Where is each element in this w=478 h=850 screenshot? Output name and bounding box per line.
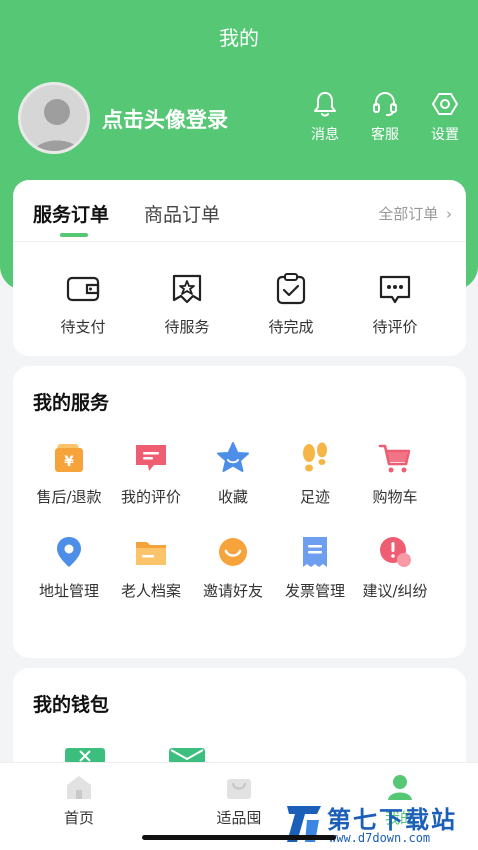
- messages-label: 消息: [311, 127, 339, 143]
- chevron-right-icon: ›: [446, 205, 452, 223]
- service-invoices[interactable]: 发票管理: [275, 534, 355, 601]
- service-refund-label: 售后/退款: [36, 488, 102, 506]
- service-address-label: 地址管理: [38, 582, 99, 600]
- folder-icon: [136, 542, 166, 565]
- tab-product-orders[interactable]: 商品订单: [144, 200, 220, 227]
- service-invite-friends[interactable]: 邀请好友: [193, 534, 273, 601]
- home-indicator: [142, 835, 336, 840]
- headset-icon: [373, 91, 397, 116]
- order-pending-completion-label: 待完成: [268, 318, 314, 336]
- favorite-star-icon: [217, 442, 249, 472]
- service-feedback[interactable]: 建议/纠纷: [355, 534, 435, 601]
- settings-label: 设置: [431, 127, 459, 143]
- orders-card: 服务订单 商品订单 全部订单 › 待支付 待服务 待完成 待评价: [13, 180, 466, 356]
- order-pending-review-label: 待评价: [372, 318, 418, 336]
- cart-icon: [378, 444, 411, 473]
- service-footprints-label: 足迹: [299, 488, 330, 506]
- customer-service-label: 客服: [371, 127, 399, 143]
- service-favorites-label: 收藏: [217, 488, 248, 506]
- user-icon: [388, 775, 412, 800]
- page-title: 我的: [219, 26, 259, 50]
- refund-icon: ¥: [55, 444, 83, 472]
- nav-shop[interactable]: 适品囤: [199, 773, 279, 828]
- service-shopping-cart[interactable]: 购物车: [355, 440, 435, 507]
- service-shopping-cart-label: 购物车: [372, 488, 418, 506]
- order-pending-payment-label: 待支付: [60, 318, 106, 336]
- service-elderly-profile[interactable]: 老人档案: [111, 534, 191, 601]
- message-dots-icon: [379, 275, 411, 304]
- order-pending-payment[interactable]: 待支付: [43, 272, 123, 337]
- service-invoices-label: 发票管理: [284, 582, 345, 600]
- shop-bag-icon: [227, 779, 251, 799]
- nav-home-label: 首页: [63, 809, 94, 827]
- watermark-url: www.d7down.com: [329, 831, 431, 845]
- wallet-title: 我的钱包: [33, 694, 110, 716]
- service-refund[interactable]: ¥ 售后/退款: [29, 440, 109, 507]
- alert-bubble-icon: [380, 537, 411, 567]
- nav-shop-label: 适品囤: [216, 809, 262, 827]
- bell-icon: [314, 92, 336, 117]
- settings-button[interactable]: 设置: [420, 90, 470, 144]
- all-orders-link[interactable]: 全部订单 ›: [378, 203, 452, 224]
- location-pin-icon: [57, 537, 81, 567]
- invoice-icon: [303, 537, 327, 567]
- home-icon: [67, 776, 91, 799]
- star-bookmark-icon: [172, 274, 202, 304]
- clipboard-check-icon: [276, 273, 306, 305]
- services-title: 我的服务: [33, 392, 110, 414]
- active-tab-indicator: [60, 233, 88, 237]
- services-card: 我的服务 ¥ 售后/退款 我的评价 收藏 足迹 购物车 地址管理 老人档案 邀请…: [13, 366, 466, 658]
- service-my-reviews[interactable]: 我的评价: [111, 440, 191, 507]
- avatar[interactable]: [18, 82, 90, 154]
- smile-invite-icon: [219, 538, 247, 566]
- order-tabs: 服务订单 商品订单 全部订单 ›: [13, 180, 466, 242]
- login-prompt[interactable]: 点击头像登录: [102, 104, 228, 134]
- settings-hexagon-icon: [432, 93, 458, 115]
- order-pending-review[interactable]: 待评价: [355, 272, 435, 337]
- watermark-text: 第七下载站: [327, 806, 457, 834]
- service-my-reviews-label: 我的评价: [120, 488, 181, 506]
- nav-home[interactable]: 首页: [39, 773, 119, 828]
- service-address[interactable]: 地址管理: [29, 534, 109, 601]
- order-pending-service[interactable]: 待服务: [147, 272, 227, 337]
- service-invite-friends-label: 邀请好友: [202, 582, 263, 600]
- watermark: 第七下载站 www.d7down.com: [283, 798, 473, 850]
- footprint-icon: [303, 442, 327, 472]
- service-elderly-profile-label: 老人档案: [120, 582, 181, 600]
- wallet-icon: [66, 276, 100, 302]
- all-orders-label: 全部订单: [378, 205, 439, 223]
- service-favorites[interactable]: 收藏: [193, 440, 273, 507]
- customer-service-button[interactable]: 客服: [360, 90, 410, 144]
- service-footprints[interactable]: 足迹: [275, 440, 355, 507]
- order-pending-completion[interactable]: 待完成: [251, 272, 331, 337]
- review-icon: [136, 445, 166, 471]
- svg-text:¥: ¥: [64, 454, 74, 470]
- service-feedback-label: 建议/纠纷: [362, 582, 428, 600]
- order-pending-service-label: 待服务: [164, 318, 210, 336]
- messages-button[interactable]: 消息: [300, 90, 350, 144]
- tab-service-orders[interactable]: 服务订单: [33, 200, 109, 227]
